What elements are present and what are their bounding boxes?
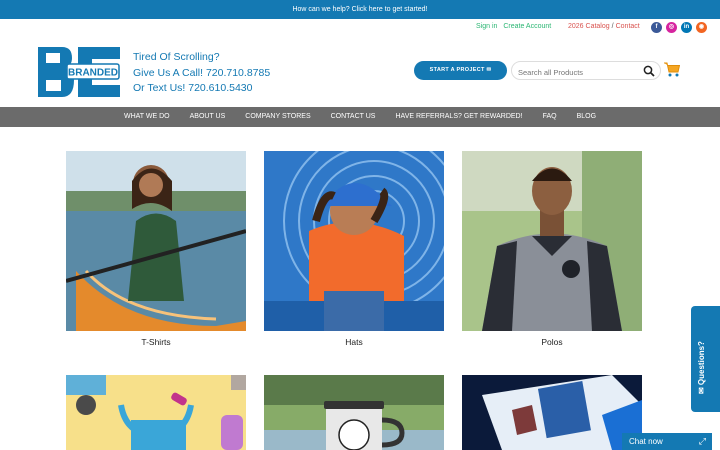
facebook-icon[interactable]: f <box>651 22 662 33</box>
tagline-line-1: Tired Of Scrolling? <box>133 51 220 63</box>
cart-icon[interactable] <box>664 62 680 77</box>
help-banner[interactable]: How can we help? Click here to get start… <box>0 0 720 19</box>
tshirts-image[interactable] <box>66 151 246 331</box>
rss-icon[interactable]: ◉ <box>696 22 707 33</box>
create-account-link[interactable]: Create Account <box>503 23 551 30</box>
catalog-link[interactable]: 2026 Catalog <box>568 23 610 30</box>
tshirts-caption[interactable]: T-Shirts <box>66 337 246 347</box>
main-nav: WHAT WE DO ABOUT US COMPANY STORES CONTA… <box>0 107 720 127</box>
logo-text: BRANDED <box>68 68 118 79</box>
social-icons: f ◎ in ◉ <box>651 22 707 33</box>
search-input[interactable] <box>512 64 632 81</box>
chat-widget[interactable]: Chat now ⤢ <box>622 433 712 450</box>
link-separator: / <box>611 23 614 30</box>
call-tagline: Tired Of Scrolling? Give Us A Call! 720.… <box>133 50 270 97</box>
sign-in-link[interactable]: Sign in <box>476 23 497 30</box>
hats-caption[interactable]: Hats <box>264 337 444 347</box>
nav-referrals[interactable]: HAVE REFERRALS? GET REWARDED! <box>385 107 532 127</box>
search-icon[interactable] <box>643 65 655 77</box>
nav-what-we-do[interactable]: WHAT WE DO <box>114 107 180 127</box>
polos-image[interactable] <box>462 151 642 331</box>
nav-contact-us[interactable]: CONTACT US <box>321 107 386 127</box>
start-project-button[interactable]: START A PROJECT ✉ <box>414 61 507 80</box>
utility-bar: Sign in Create Account 2026 Catalog / Cont… <box>0 19 720 35</box>
hats-image[interactable] <box>264 151 444 331</box>
be-branded-logo[interactable]: BRANDED <box>38 47 120 97</box>
print-image[interactable] <box>462 375 642 450</box>
swimwear-image[interactable] <box>66 375 246 450</box>
contact-link[interactable]: Contact <box>616 23 640 30</box>
search-box <box>511 61 661 81</box>
auth-links: Sign in Create Account <box>476 23 555 30</box>
nav-faq[interactable]: FAQ <box>533 107 567 127</box>
instagram-icon[interactable]: ◎ <box>666 22 677 33</box>
nav-about-us[interactable]: ABOUT US <box>180 107 236 127</box>
drinkware-image[interactable] <box>264 375 444 450</box>
nav-blog[interactable]: BLOG <box>567 107 606 127</box>
tagline-phone-text[interactable]: Or Text Us! 720.610.5430 <box>133 81 270 97</box>
chat-label: Chat now <box>629 437 663 446</box>
questions-label: ✉ Questions? <box>697 341 706 394</box>
linkedin-icon[interactable]: in <box>681 22 692 33</box>
tagline-phone-call[interactable]: Give Us A Call! 720.710.8785 <box>133 66 270 82</box>
catalog-contact-links: 2026 Catalog / Contact <box>568 23 640 30</box>
polos-caption[interactable]: Polos <box>462 337 642 347</box>
nav-company-stores[interactable]: COMPANY STORES <box>235 107 320 127</box>
chevron-up-icon[interactable]: ⤢ <box>699 433 706 450</box>
questions-tab[interactable]: ✉ Questions? <box>691 306 720 412</box>
